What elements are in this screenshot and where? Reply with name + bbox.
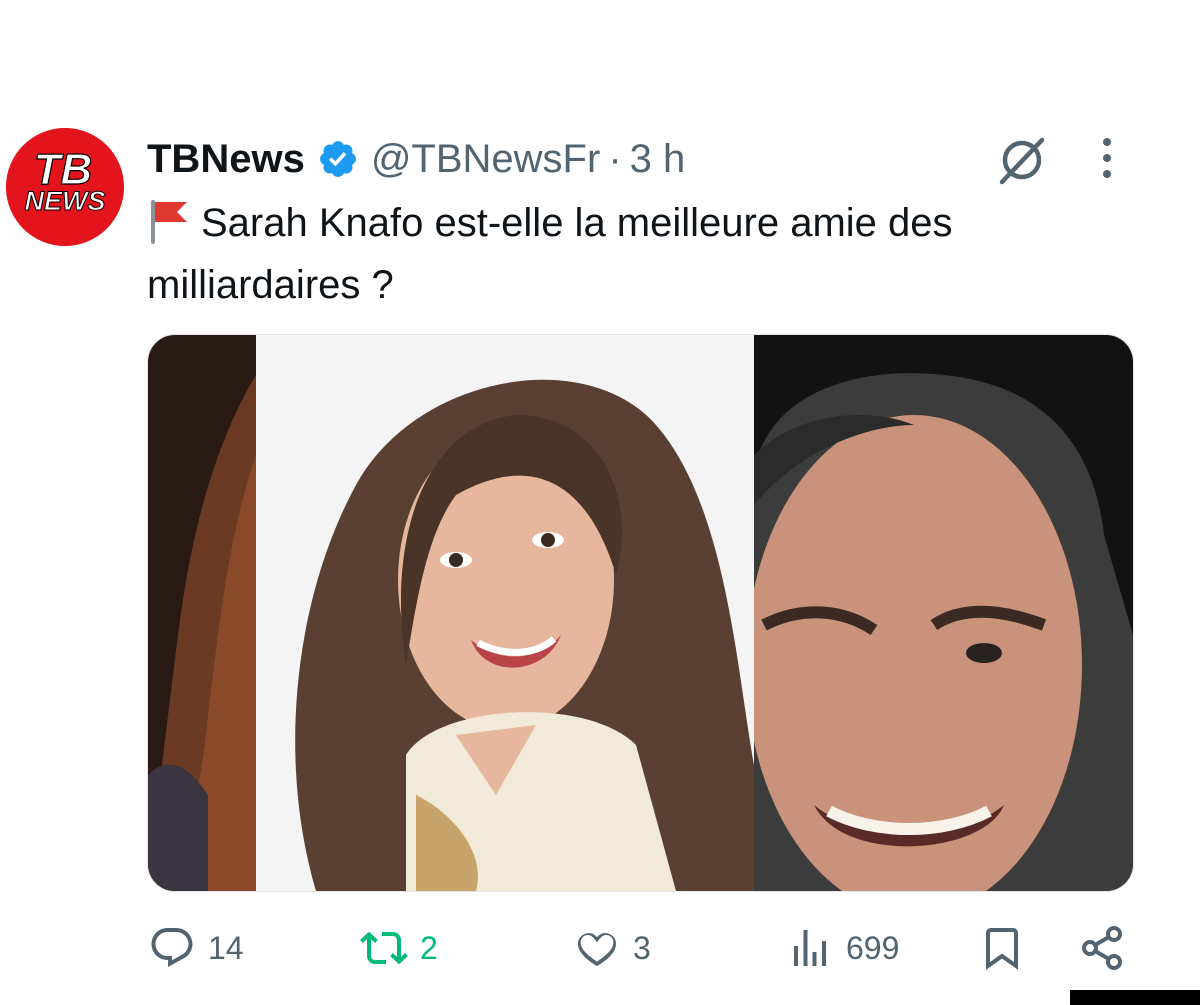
heart-icon	[577, 933, 617, 967]
smiling-man-photo[interactable]	[754, 335, 1133, 891]
woman-curly-hair-photo[interactable]	[148, 335, 256, 891]
like-count: 3	[633, 929, 651, 966]
avatar[interactable]: TB NEWS	[6, 128, 124, 246]
share-button[interactable]	[1078, 918, 1126, 978]
tweet[interactable]: TB NEWS TBNews @TBNewsFr · 3 h Sarah Kna…	[0, 0, 1200, 1005]
tweet-media[interactable]	[147, 334, 1134, 892]
handle[interactable]: @TBNewsFr	[371, 137, 601, 182]
reply-icon	[151, 928, 193, 968]
tbnews-logo: TB NEWS	[6, 128, 124, 246]
views-count: 699	[846, 929, 900, 966]
views-bar-chart-icon	[794, 930, 826, 966]
smiling-woman-photo[interactable]	[256, 335, 754, 891]
more-options-icon[interactable]	[1092, 136, 1122, 180]
separator-dot: ·	[608, 136, 622, 181]
grok-icon[interactable]	[994, 132, 1050, 188]
views-button[interactable]: 699	[786, 918, 899, 978]
reply-button[interactable]: 14	[148, 918, 244, 978]
like-button[interactable]: 3	[573, 918, 651, 978]
tweet-header: TBNews @TBNewsFr · 3 h	[147, 134, 685, 184]
repost-icon	[360, 931, 408, 965]
repost-count: 2	[420, 929, 438, 966]
bookmark-icon	[986, 928, 1018, 970]
verified-badge-icon	[317, 138, 359, 180]
share-icon	[1082, 926, 1122, 970]
repost-button[interactable]: 2	[360, 918, 438, 978]
svg-text:NEWS: NEWS	[25, 186, 106, 216]
timestamp[interactable]: 3 h	[630, 137, 686, 182]
tweet-text-content: Sarah Knafo est-elle la meilleure amie d…	[147, 201, 953, 307]
display-name[interactable]: TBNews	[147, 137, 305, 182]
corner-overlay	[1070, 990, 1200, 1005]
reply-count: 14	[208, 929, 244, 966]
tweet-text: Sarah Knafo est-elle la meilleure amie d…	[147, 192, 1157, 316]
bookmark-button[interactable]	[978, 918, 1026, 978]
triangular-flag-icon	[147, 198, 191, 244]
